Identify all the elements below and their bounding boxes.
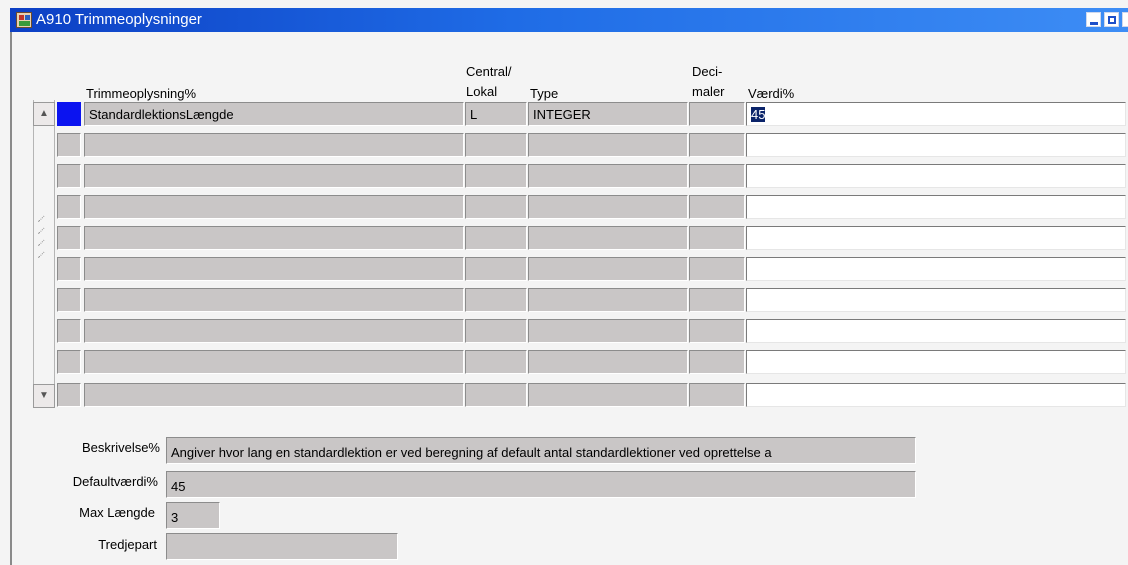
record-indicator[interactable]: [57, 226, 81, 250]
tredjepart-label: Tredjepart: [98, 537, 157, 552]
trimmeoplysning-field[interactable]: [84, 319, 464, 343]
trimmeoplysning-field[interactable]: [84, 195, 464, 219]
decimaler-field[interactable]: [689, 195, 745, 219]
central-lokal-field[interactable]: [465, 319, 527, 343]
trimmeoplysning-field[interactable]: [84, 133, 464, 157]
col-header-trimmeoplysning: Trimmeoplysning%: [86, 86, 197, 101]
close-icon[interactable]: [1122, 12, 1128, 27]
type-field[interactable]: [528, 164, 688, 188]
vaerdi-field[interactable]: [746, 164, 1126, 188]
vaerdi-field[interactable]: [746, 257, 1126, 281]
record-indicator[interactable]: [57, 133, 81, 157]
tredjepart-field[interactable]: [166, 533, 398, 560]
central-lokal-field[interactable]: [465, 350, 527, 374]
record-indicator[interactable]: [57, 288, 81, 312]
decimaler-field[interactable]: [689, 288, 745, 312]
decimaler-field[interactable]: [689, 350, 745, 374]
max-laengde-label: Max Længde: [79, 505, 155, 520]
central-lokal-field[interactable]: [465, 195, 527, 219]
type-field[interactable]: INTEGER: [528, 102, 688, 126]
record-indicator[interactable]: [57, 257, 81, 281]
vaerdi-field[interactable]: [746, 383, 1126, 407]
vaerdi-field[interactable]: [746, 226, 1126, 250]
record-indicator[interactable]: [57, 383, 81, 407]
beskrivelse-label: Beskrivelse%: [81, 440, 160, 455]
minimize-icon[interactable]: [1086, 12, 1101, 27]
type-field[interactable]: [528, 383, 688, 407]
record-indicator[interactable]: [57, 102, 81, 126]
col-header-deci-line2: maler: [692, 84, 725, 99]
window-border: [10, 32, 12, 565]
central-lokal-field[interactable]: [465, 133, 527, 157]
col-header-central-line1: Central/: [466, 64, 512, 79]
vaerdi-field[interactable]: [746, 319, 1126, 343]
vaerdi-field[interactable]: 45: [746, 102, 1126, 126]
central-lokal-field[interactable]: [465, 288, 527, 312]
col-header-deci-line1: Deci-: [692, 64, 723, 79]
vaerdi-selected-text: 45: [751, 107, 766, 122]
trimmeoplysning-field[interactable]: [84, 164, 464, 188]
vaerdi-field[interactable]: [746, 288, 1126, 312]
trimmeoplysning-field[interactable]: StandardlektionsLængde: [84, 102, 464, 126]
decimaler-field[interactable]: [689, 133, 745, 157]
defaultvaerdi-label: Defaultværdi%: [72, 474, 158, 489]
record-indicator[interactable]: [57, 164, 81, 188]
max-laengde-field[interactable]: 3: [166, 502, 220, 529]
defaultvaerdi-field[interactable]: 45: [166, 471, 916, 498]
record-indicator[interactable]: [57, 195, 81, 219]
central-lokal-field[interactable]: L: [465, 102, 527, 126]
window-titlebar: A910 Trimmeoplysninger: [0, 0, 1128, 35]
trimmeoplysning-field[interactable]: [84, 350, 464, 374]
decimaler-field[interactable]: [689, 383, 745, 407]
col-header-vaerdi: Værdi%: [748, 86, 795, 101]
title-strip[interactable]: A910 Trimmeoplysninger: [10, 8, 1128, 32]
col-header-central-line2: Lokal: [466, 84, 498, 99]
central-lokal-field[interactable]: [465, 164, 527, 188]
form-app-icon[interactable]: [16, 12, 32, 28]
trimmeoplysning-field[interactable]: [84, 383, 464, 407]
maximize-icon[interactable]: [1104, 12, 1119, 27]
decimaler-field[interactable]: [689, 257, 745, 281]
decimaler-field[interactable]: [689, 102, 745, 126]
window-title: A910 Trimmeoplysninger: [36, 11, 202, 28]
type-field[interactable]: [528, 288, 688, 312]
vaerdi-field[interactable]: [746, 195, 1126, 219]
decimaler-field[interactable]: [689, 164, 745, 188]
trimmeoplysning-field[interactable]: [84, 288, 464, 312]
decimaler-field[interactable]: [689, 226, 745, 250]
type-field[interactable]: [528, 257, 688, 281]
type-field[interactable]: [528, 133, 688, 157]
vaerdi-field[interactable]: [746, 350, 1126, 374]
type-field[interactable]: [528, 226, 688, 250]
record-indicator[interactable]: [57, 350, 81, 374]
col-header-type: Type: [530, 86, 559, 101]
trimmeoplysning-field[interactable]: [84, 257, 464, 281]
central-lokal-field[interactable]: [465, 383, 527, 407]
record-indicator[interactable]: [57, 319, 81, 343]
scroll-up-icon[interactable]: ▲: [33, 102, 55, 126]
decimaler-field[interactable]: [689, 319, 745, 343]
type-field[interactable]: [528, 350, 688, 374]
trimmeoplysning-field[interactable]: [84, 226, 464, 250]
vaerdi-field[interactable]: [746, 133, 1126, 157]
central-lokal-field[interactable]: [465, 257, 527, 281]
beskrivelse-field[interactable]: Angiver hvor lang en standardlektion er …: [166, 437, 916, 464]
scroll-down-icon[interactable]: ▼: [33, 384, 55, 408]
type-field[interactable]: [528, 195, 688, 219]
type-field[interactable]: [528, 319, 688, 343]
central-lokal-field[interactable]: [465, 226, 527, 250]
